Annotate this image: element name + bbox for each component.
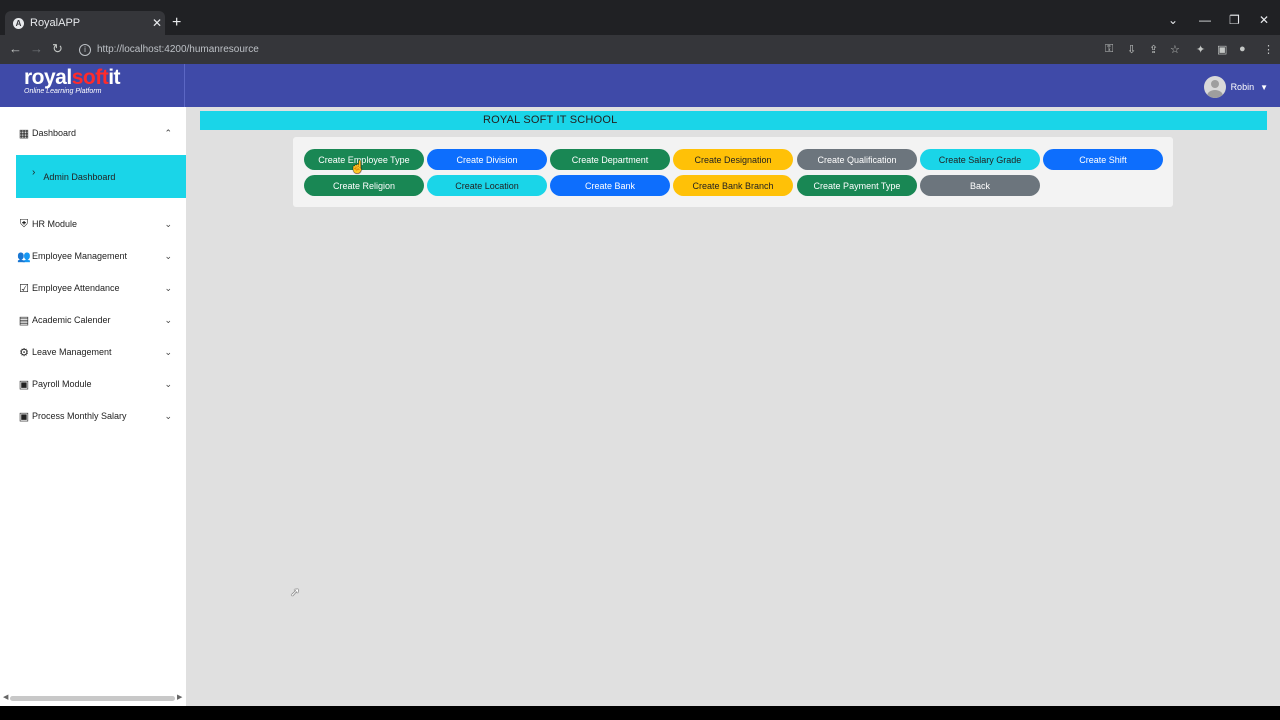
key-icon[interactable]: ⚿: [1105, 43, 1113, 56]
app-header: royalsoftit Online Learning Platform Rob…: [0, 64, 1280, 107]
admin-shield-icon: ⛨: [19, 217, 29, 230]
sidebar-item-employee-attendance[interactable]: ☑ Employee Attendance ⌄: [0, 276, 186, 300]
url-text: http://localhost:4200/humanresource: [97, 44, 259, 55]
payments-icon: ▣: [18, 410, 30, 423]
share-icon[interactable]: ⇪: [1149, 43, 1158, 56]
scroll-left-icon[interactable]: ◀: [3, 693, 8, 701]
school-banner: ROYAL SOFT IT SCHOOL: [200, 111, 1267, 130]
browser-toolbar: ← → ↻ i http://localhost:4200/humanresou…: [0, 35, 1280, 64]
create-designation-button[interactable]: Create Designation: [673, 149, 793, 170]
sidebar-item-label: Employee Management: [32, 251, 128, 261]
create-bank-branch-button[interactable]: Create Bank Branch: [673, 175, 793, 196]
user-name: Robin: [1230, 82, 1255, 92]
horizontal-scrollbar[interactable]: ◀ ▶: [0, 694, 186, 704]
sidebar-item-employee-management[interactable]: 👥 Employee Management ⌄: [0, 244, 186, 268]
site-info-icon[interactable]: i: [79, 43, 91, 56]
bookmark-star-icon[interactable]: ☆: [1170, 43, 1180, 56]
forward-arrow-icon[interactable]: →: [30, 41, 43, 56]
chevron-down-icon: ⌄: [164, 378, 172, 389]
browser-tab-bar: A RoyalAPP ✕ + ⌄ — ❐ ✕: [0, 0, 1280, 35]
user-menu[interactable]: Robin ▼: [1203, 76, 1268, 98]
scrollbar-thumb[interactable]: [10, 696, 175, 701]
tab-title: RoyalAPP: [30, 17, 81, 29]
create-shift-button[interactable]: Create Shift: [1043, 149, 1163, 170]
back-arrow-icon[interactable]: ←: [9, 41, 22, 56]
create-department-button[interactable]: Create Department: [550, 149, 670, 170]
logo-text: royalsoftit: [24, 66, 121, 90]
sidebar-item-admin-dashboard[interactable]: › Admin Dashboard: [16, 155, 186, 198]
logo-part-royal: royal: [24, 66, 72, 89]
chevron-down-icon: ⌄: [164, 410, 172, 421]
back-button[interactable]: Back: [920, 175, 1040, 196]
calendar-icon: ▤: [18, 314, 30, 327]
browser-tab[interactable]: A RoyalAPP ✕: [5, 11, 165, 35]
chevron-down-icon: ⌄: [164, 282, 172, 293]
sidebar-item-label: Employee Attendance: [32, 283, 120, 293]
calendar-check-icon: ☑: [19, 282, 29, 295]
sidebar-item-label: HR Module: [32, 219, 78, 229]
tab-search-icon[interactable]: ⌄: [1168, 13, 1178, 27]
chevron-down-icon: ⌄: [164, 250, 172, 261]
sidebar-item-label: Admin Dashboard: [43, 171, 116, 182]
sidebar-item-label: Process Monthly Salary: [32, 411, 127, 421]
gear-icon: ⚙: [19, 346, 29, 359]
sidebar-item-label: Payroll Module: [32, 379, 92, 389]
install-icon[interactable]: ⇩: [1127, 43, 1136, 56]
chevron-down-icon: ⌄: [164, 218, 172, 229]
sidebar-item-label: Academic Calender: [32, 315, 111, 325]
sidebar: ▦ Dashboard ⌃ › Admin Dashboard ⛨ HR Mod…: [0, 107, 186, 706]
logo-tagline: Online Learning Platform: [24, 88, 102, 95]
extensions-icon[interactable]: ✦: [1196, 43, 1205, 56]
close-tab-icon[interactable]: ✕: [149, 16, 165, 30]
restore-icon[interactable]: ❐: [1229, 13, 1240, 27]
action-button-panel: Create Employee Type Create Division Cre…: [293, 137, 1173, 207]
address-bar[interactable]: i http://localhost:4200/humanresource: [75, 39, 1125, 60]
create-bank-button[interactable]: Create Bank: [550, 175, 670, 196]
reload-icon[interactable]: ↻: [52, 41, 63, 57]
angular-icon: A: [13, 17, 24, 29]
sidebar-item-payroll-module[interactable]: ▣ Payroll Module ⌄: [0, 372, 186, 396]
side-panel-icon[interactable]: ▣: [1217, 43, 1227, 56]
caret-down-icon: ▼: [1260, 82, 1268, 92]
logo[interactable]: royalsoftit Online Learning Platform: [0, 64, 185, 107]
chevron-up-icon: ⌃: [164, 127, 172, 138]
create-location-button[interactable]: Create Location: [427, 175, 547, 196]
create-qualification-button[interactable]: Create Qualification: [797, 149, 917, 170]
mouse-pointer-icon: ➚: [290, 585, 301, 599]
sidebar-item-academic-calender[interactable]: ▤ Academic Calender ⌄: [0, 308, 186, 332]
create-division-button[interactable]: Create Division: [427, 149, 547, 170]
chevron-down-icon: ⌄: [164, 346, 172, 357]
logo-part-it: it: [108, 66, 121, 89]
people-icon: 👥: [17, 250, 31, 263]
sidebar-item-label: Dashboard: [32, 128, 77, 138]
chevron-right-icon: ›: [32, 167, 36, 178]
banner-title: ROYAL SOFT IT SCHOOL: [483, 114, 618, 126]
chevron-down-icon: ⌄: [164, 314, 172, 325]
new-tab-icon[interactable]: +: [172, 14, 181, 32]
logo-part-soft: soft: [71, 66, 109, 89]
sidebar-item-label: Leave Management: [32, 347, 112, 357]
window-close-icon[interactable]: ✕: [1259, 13, 1269, 27]
sidebar-item-hr-module[interactable]: ⛨ HR Module ⌄: [0, 212, 186, 236]
app-viewport: royalsoftit Online Learning Platform Rob…: [0, 64, 1280, 706]
sidebar-item-leave-management[interactable]: ⚙ Leave Management ⌄: [0, 340, 186, 364]
create-salary-grade-button[interactable]: Create Salary Grade: [920, 149, 1040, 170]
sidebar-item-process-monthly-salary[interactable]: ▣ Process Monthly Salary ⌄: [0, 404, 186, 428]
dashboard-icon: ▦: [18, 127, 30, 140]
mouse-cursor-icon: ☝: [350, 160, 365, 174]
sidebar-item-dashboard[interactable]: ▦ Dashboard ⌃: [0, 121, 186, 145]
menu-icon[interactable]: ⋮: [1263, 43, 1274, 56]
avatar: [1203, 76, 1226, 98]
profile-icon[interactable]: ●: [1239, 43, 1246, 55]
minimize-icon[interactable]: —: [1199, 13, 1211, 27]
payments-icon: ▣: [18, 378, 30, 391]
create-payment-type-button[interactable]: Create Payment Type: [797, 175, 917, 196]
create-religion-button[interactable]: Create Religion: [304, 175, 424, 196]
scroll-right-icon[interactable]: ▶: [177, 693, 182, 701]
